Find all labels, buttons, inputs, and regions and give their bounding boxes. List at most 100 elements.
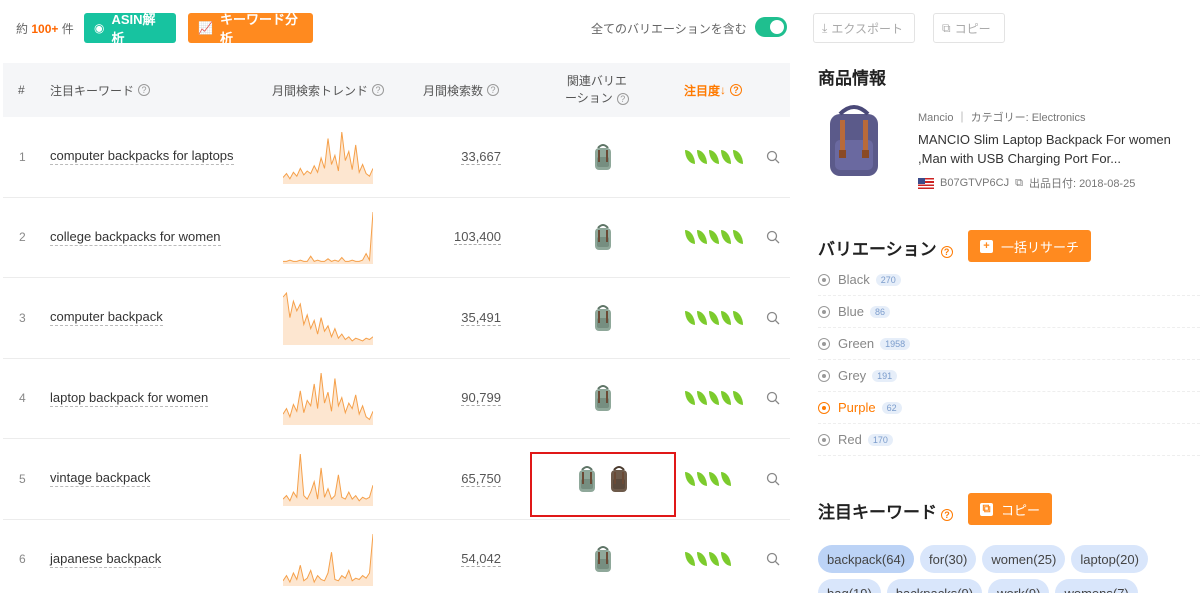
help-icon[interactable]: ? bbox=[940, 246, 953, 258]
product-image[interactable] bbox=[818, 100, 890, 180]
variation-thumbnail[interactable] bbox=[592, 384, 614, 412]
leaf-icon bbox=[721, 471, 731, 486]
trend-sparkline[interactable] bbox=[283, 371, 373, 426]
product-info-title: 商品情報 bbox=[818, 69, 886, 88]
help-icon[interactable]: ? bbox=[372, 84, 385, 96]
variation-thumbnail[interactable] bbox=[592, 545, 614, 573]
keyword-link[interactable]: computer backpack bbox=[50, 278, 163, 358]
col-trend[interactable]: 月間検索トレンド? bbox=[272, 63, 385, 117]
product-title[interactable]: MANCIO Slim Laptop Backpack For women ,Ma… bbox=[918, 130, 1193, 168]
row-index: 1 bbox=[19, 149, 26, 164]
include-variations-toggle[interactable] bbox=[755, 17, 787, 37]
keyword-tag[interactable]: work(9) bbox=[988, 579, 1050, 593]
table-row: 4 laptop backpack for women 90,799 bbox=[3, 359, 790, 439]
leaf-icon bbox=[733, 230, 743, 245]
search-volume[interactable]: 90,799 bbox=[423, 359, 501, 439]
include-variations-label: 全てのバリエーションを含む bbox=[591, 22, 747, 36]
trend-sparkline[interactable] bbox=[283, 532, 373, 587]
keyword-link[interactable]: computer backpacks for laptops bbox=[50, 117, 234, 197]
trend-area bbox=[283, 212, 373, 265]
help-icon[interactable]: ? bbox=[616, 93, 629, 105]
row-index: 2 bbox=[19, 230, 26, 245]
variation-thumbnail[interactable] bbox=[592, 143, 614, 171]
radio-icon[interactable] bbox=[818, 305, 830, 318]
search-icon[interactable] bbox=[766, 278, 780, 358]
trend-sparkline[interactable] bbox=[283, 452, 373, 506]
variation-list: Black 270 Blue 86 Green 1958 Grey 191 Purple 62 Re… bbox=[818, 264, 1200, 456]
col-volume[interactable]: 月間検索数? bbox=[423, 63, 500, 117]
radio-icon[interactable] bbox=[818, 273, 830, 286]
trend-cell bbox=[283, 439, 373, 519]
product-brand-category: Mancio ｜ カテゴリー: Electronics bbox=[918, 112, 1086, 124]
leaf-icon bbox=[733, 391, 743, 406]
search-volume[interactable]: 103,400 bbox=[423, 198, 501, 278]
keyword-link[interactable]: laptop backpack for women bbox=[50, 359, 209, 439]
col-variations[interactable]: 関連バリエ ーション? bbox=[565, 63, 629, 117]
search-volume[interactable]: 33,667 bbox=[423, 117, 501, 197]
leaf-icon bbox=[721, 230, 731, 245]
release-date: 出品日付: 2018-08-25 bbox=[1028, 178, 1136, 190]
trend-sparkline[interactable] bbox=[283, 210, 373, 265]
radio-icon[interactable] bbox=[818, 433, 830, 446]
attention-score bbox=[685, 117, 745, 197]
keyword-link[interactable]: japanese backpack bbox=[50, 520, 162, 593]
variation-thumbnail[interactable] bbox=[592, 304, 614, 332]
keyword-tag[interactable]: backpacks(9) bbox=[886, 579, 983, 593]
help-icon[interactable]: ? bbox=[941, 509, 953, 521]
search-volume[interactable]: 35,491 bbox=[423, 278, 501, 358]
radio-icon[interactable] bbox=[818, 369, 830, 382]
leaf-icon bbox=[697, 310, 707, 325]
help-icon[interactable]: ? bbox=[138, 84, 151, 96]
search-icon[interactable] bbox=[766, 520, 780, 593]
keyword-link[interactable]: college backpacks for women bbox=[50, 198, 221, 278]
col-keyword[interactable]: 注目キーワード? bbox=[50, 63, 151, 117]
variation-item[interactable]: Grey 191 bbox=[818, 360, 1200, 392]
leaf-icon bbox=[721, 552, 731, 567]
variation-item[interactable]: Green 1958 bbox=[818, 328, 1200, 360]
search-icon[interactable] bbox=[766, 117, 780, 197]
attention-score bbox=[685, 278, 745, 358]
trend-area bbox=[283, 453, 373, 506]
variation-count-badge: 1958 bbox=[880, 337, 911, 350]
keyword-tag[interactable]: backpack(64) bbox=[818, 545, 915, 573]
keyword-analysis-button[interactable]: 📈 キーワード分析 bbox=[188, 12, 313, 46]
bulk-research-button[interactable]: + 一括リサーチ bbox=[968, 230, 1092, 262]
results-toolbar: 約 100+ 件 ◉ ASIN解析 📈 キーワード分析 全てのバリエーションを含… bbox=[0, 0, 790, 56]
keyword-link[interactable]: vintage backpack bbox=[50, 439, 151, 519]
search-icon[interactable] bbox=[766, 359, 780, 439]
keywords-panel-title: 注目キーワード? bbox=[818, 498, 953, 523]
keyword-tag[interactable]: laptop(20) bbox=[1071, 545, 1148, 573]
help-icon[interactable]: ? bbox=[730, 84, 743, 96]
asin-analysis-button[interactable]: ◉ ASIN解析 bbox=[84, 12, 176, 46]
search-icon[interactable] bbox=[766, 439, 780, 519]
trend-sparkline[interactable] bbox=[283, 130, 373, 184]
radio-icon[interactable] bbox=[818, 337, 830, 350]
external-link-icon[interactable]: ⧉ bbox=[1015, 177, 1023, 190]
help-icon[interactable]: ? bbox=[487, 84, 500, 96]
variation-item[interactable]: Red 170 bbox=[818, 424, 1200, 456]
search-volume[interactable]: 65,750 bbox=[423, 439, 501, 519]
variation-item[interactable]: Blue 86 bbox=[818, 296, 1200, 328]
related-variations bbox=[530, 359, 676, 439]
variation-item[interactable]: Black 270 bbox=[818, 264, 1200, 296]
product-asin[interactable]: B07GTVP6CJ bbox=[940, 177, 1009, 189]
keyword-tag[interactable]: womens(7) bbox=[1055, 579, 1138, 593]
variation-thumbnail[interactable] bbox=[592, 223, 614, 251]
trend-cell bbox=[283, 278, 373, 358]
trend-sparkline[interactable] bbox=[283, 291, 373, 345]
keywords-copy-button[interactable]: ⧉ コピー bbox=[968, 493, 1053, 525]
leaf-icon bbox=[721, 310, 731, 325]
col-index: # bbox=[18, 83, 25, 97]
leaf-icon bbox=[697, 552, 707, 567]
keyword-tag[interactable]: women(25) bbox=[982, 545, 1066, 573]
variation-item[interactable]: Purple 62 bbox=[818, 392, 1200, 424]
keyword-tag[interactable]: bag(19) bbox=[818, 579, 881, 593]
search-volume[interactable]: 54,042 bbox=[423, 520, 501, 593]
eye-icon: ◉ bbox=[94, 21, 105, 35]
radio-icon[interactable] bbox=[818, 401, 830, 414]
col-score-sort[interactable]: 注目度 ↓? bbox=[684, 63, 743, 117]
keyword-tag[interactable]: for(30) bbox=[920, 545, 977, 573]
search-icon[interactable] bbox=[766, 198, 780, 278]
keyword-tags: backpack(64) for(30) women(25) laptop(20) ba… bbox=[818, 545, 1200, 593]
leaf-icon bbox=[709, 391, 719, 406]
